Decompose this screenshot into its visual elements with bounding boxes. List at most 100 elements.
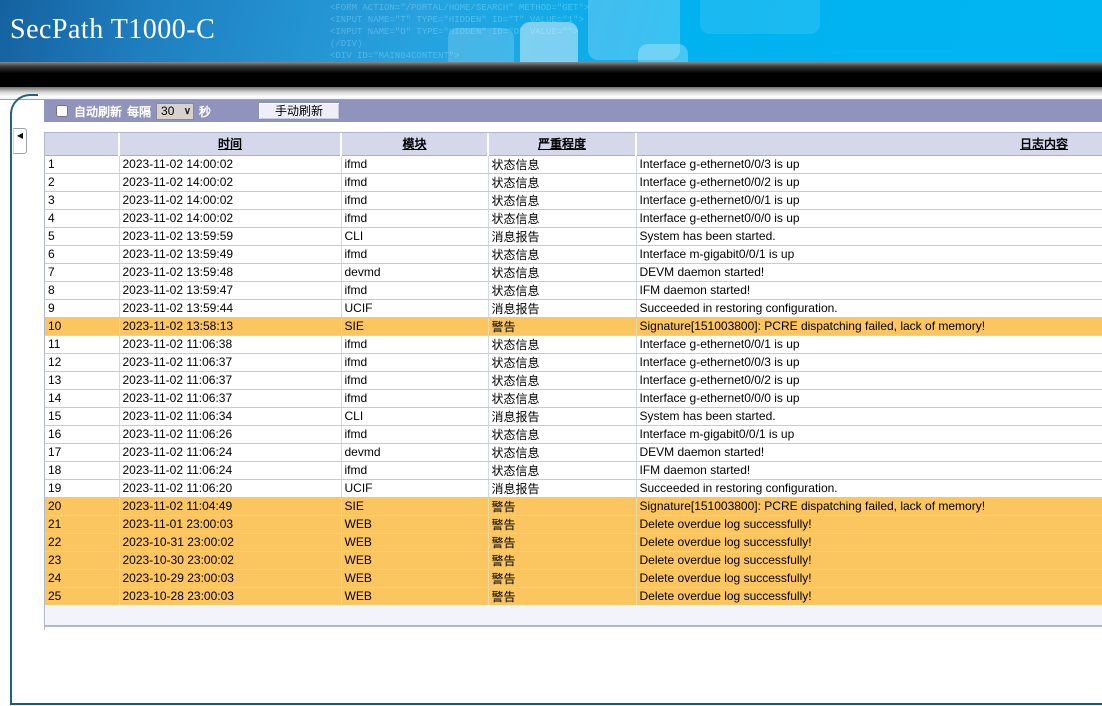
cell-message: Interface g-ethernet0/0/0 is up bbox=[636, 389, 1102, 408]
cell-message: Interface g-ethernet0/0/0 is up bbox=[636, 209, 1102, 228]
table-row: 8 2023-11-02 13:59:47 ifmd 状态信息 IFM daemon s… bbox=[45, 281, 1102, 300]
cell-no: 5 bbox=[45, 227, 120, 246]
cell-severity: 状态信息 bbox=[488, 371, 637, 390]
cell-no: 13 bbox=[45, 371, 120, 390]
column-header-index bbox=[45, 133, 120, 156]
cell-severity: 消息报告 bbox=[488, 299, 637, 318]
cell-no: 19 bbox=[45, 479, 120, 498]
interval-value: 30 bbox=[161, 104, 175, 118]
cell-severity: 消息报告 bbox=[488, 407, 637, 426]
cell-no: 17 bbox=[45, 443, 120, 462]
cell-message: Interface g-ethernet0/0/2 is up bbox=[636, 173, 1102, 192]
cell-time: 2023-11-02 11:06:24 bbox=[119, 443, 342, 462]
sidebar-collapse-handle[interactable]: ◀ bbox=[13, 128, 27, 154]
table-row: 3 2023-11-02 14:00:02 ifmd 状态信息 Interface g-… bbox=[45, 191, 1102, 210]
cell-message: Interface m-gigabit0/0/1 is up bbox=[636, 425, 1102, 444]
table-row: 4 2023-11-02 14:00:02 ifmd 状态信息 Interface g-… bbox=[45, 209, 1102, 228]
cell-message: IFM daemon started! bbox=[636, 461, 1102, 480]
cell-no: 21 bbox=[45, 515, 120, 534]
cell-module: devmd bbox=[341, 443, 489, 462]
manual-refresh-button[interactable]: 手动刷新 bbox=[258, 102, 341, 120]
cell-severity: 警告 bbox=[488, 515, 637, 534]
cell-module: CLI bbox=[341, 227, 489, 246]
log-table-viewport: 时间 模块 严重程度 日志内容 1 2023-11-02 14:00:02 ifmd… bbox=[44, 132, 1102, 630]
cell-severity: 警告 bbox=[488, 533, 637, 552]
cell-module: SIE bbox=[341, 317, 489, 336]
cell-no: 2 bbox=[45, 173, 120, 192]
cell-severity: 状态信息 bbox=[488, 443, 637, 462]
banner-glow-shape bbox=[448, 28, 514, 62]
table-row: 11 2023-11-02 11:06:38 ifmd 状态信息 Interface g… bbox=[45, 335, 1102, 354]
column-header-module[interactable]: 模块 bbox=[341, 133, 489, 156]
cell-message: DEVM daemon started! bbox=[636, 263, 1102, 282]
cell-time: 2023-11-02 11:06:37 bbox=[119, 353, 342, 372]
cell-severity: 消息报告 bbox=[488, 479, 637, 498]
cell-time: 2023-11-02 13:59:49 bbox=[119, 245, 342, 264]
cell-severity: 状态信息 bbox=[488, 281, 637, 300]
cell-severity: 状态信息 bbox=[488, 461, 637, 480]
column-header-severity[interactable]: 严重程度 bbox=[488, 133, 637, 156]
cell-module: ifmd bbox=[341, 425, 489, 444]
cell-module: ifmd bbox=[341, 155, 489, 174]
cell-severity: 警告 bbox=[488, 569, 637, 588]
cell-no: 16 bbox=[45, 425, 120, 444]
log-page: <FORM ACTION="/PORTAL/HOME/SEARCH" METHO… bbox=[0, 0, 1102, 706]
table-header-row: 时间 模块 严重程度 日志内容 bbox=[45, 133, 1102, 156]
cell-no: 20 bbox=[45, 497, 120, 516]
table-row: 23 2023-10-30 23:00:02 WEB 警告 Delete overdue… bbox=[45, 551, 1102, 570]
cell-severity: 消息报告 bbox=[488, 227, 637, 246]
cell-no: 1 bbox=[45, 155, 120, 174]
column-header-time[interactable]: 时间 bbox=[119, 133, 342, 156]
cell-no: 3 bbox=[45, 191, 120, 210]
cell-no: 23 bbox=[45, 551, 120, 570]
cell-time: 2023-11-02 13:59:47 bbox=[119, 281, 342, 300]
cell-module: ifmd bbox=[341, 371, 489, 390]
cell-message: System has been started. bbox=[636, 407, 1102, 426]
cell-time: 2023-11-02 13:59:48 bbox=[119, 263, 342, 282]
cell-no: 8 bbox=[45, 281, 120, 300]
cell-message: Interface g-ethernet0/0/3 is up bbox=[636, 155, 1102, 174]
cell-no: 9 bbox=[45, 299, 120, 318]
frame-bottom-border bbox=[10, 703, 1102, 705]
cell-time: 2023-11-02 14:00:02 bbox=[119, 155, 342, 174]
cell-time: 2023-10-30 23:00:02 bbox=[119, 551, 342, 570]
cell-module: ifmd bbox=[341, 389, 489, 408]
cell-message: Succeeded in restoring configuration. bbox=[636, 299, 1102, 318]
cell-module: ifmd bbox=[341, 209, 489, 228]
cell-message: System has been started. bbox=[636, 227, 1102, 246]
interval-select[interactable]: 30 ∨ bbox=[156, 102, 195, 120]
cell-message: Succeeded in restoring configuration. bbox=[636, 479, 1102, 498]
table-row: 19 2023-11-02 11:06:20 UCIF 消息报告 Succeeded i… bbox=[45, 479, 1102, 498]
cell-module: WEB bbox=[341, 551, 489, 570]
cell-module: WEB bbox=[341, 533, 489, 552]
interval-unit-label: 秒 bbox=[199, 104, 212, 119]
cell-time: 2023-11-02 14:00:02 bbox=[119, 173, 342, 192]
table-row: 1 2023-11-02 14:00:02 ifmd 状态信息 Interface g-… bbox=[45, 155, 1102, 174]
chevron-down-icon: ∨ bbox=[183, 105, 192, 117]
cell-time: 2023-11-02 11:06:37 bbox=[119, 389, 342, 408]
column-header-content[interactable]: 日志内容 bbox=[636, 133, 1102, 156]
cell-no: 24 bbox=[45, 569, 120, 588]
cell-message: Interface g-ethernet0/0/2 is up bbox=[636, 371, 1102, 390]
cell-time: 2023-11-02 11:04:49 bbox=[119, 497, 342, 516]
cell-severity: 状态信息 bbox=[488, 425, 637, 444]
cell-module: ifmd bbox=[341, 281, 489, 300]
auto-refresh-checkbox[interactable] bbox=[56, 105, 68, 117]
cell-no: 15 bbox=[45, 407, 120, 426]
product-title: SecPath T1000-C bbox=[10, 14, 216, 45]
cell-time: 2023-10-31 23:00:02 bbox=[119, 533, 342, 552]
table-row: 25 2023-10-28 23:00:03 WEB 警告 Delete overdue… bbox=[45, 587, 1102, 606]
header-divider-bar bbox=[0, 62, 1102, 87]
cell-severity: 状态信息 bbox=[488, 335, 637, 354]
cell-time: 2023-11-02 11:06:34 bbox=[119, 407, 342, 426]
cell-message: Signature[151003800]: PCRE dispatching f… bbox=[636, 497, 1102, 516]
cell-severity: 状态信息 bbox=[488, 155, 637, 174]
table-row: 15 2023-11-02 11:06:34 CLI 消息报告 System has b… bbox=[45, 407, 1102, 426]
cell-module: ifmd bbox=[341, 353, 489, 372]
cell-message: Delete overdue log successfully! bbox=[636, 533, 1102, 552]
cell-no: 14 bbox=[45, 389, 120, 408]
cell-severity: 状态信息 bbox=[488, 191, 637, 210]
cell-time: 2023-11-02 13:59:59 bbox=[119, 227, 342, 246]
table-row: 17 2023-11-02 11:06:24 devmd 状态信息 DEVM daemo… bbox=[45, 443, 1102, 462]
table-row: 7 2023-11-02 13:59:48 devmd 状态信息 DEVM daemon… bbox=[45, 263, 1102, 282]
